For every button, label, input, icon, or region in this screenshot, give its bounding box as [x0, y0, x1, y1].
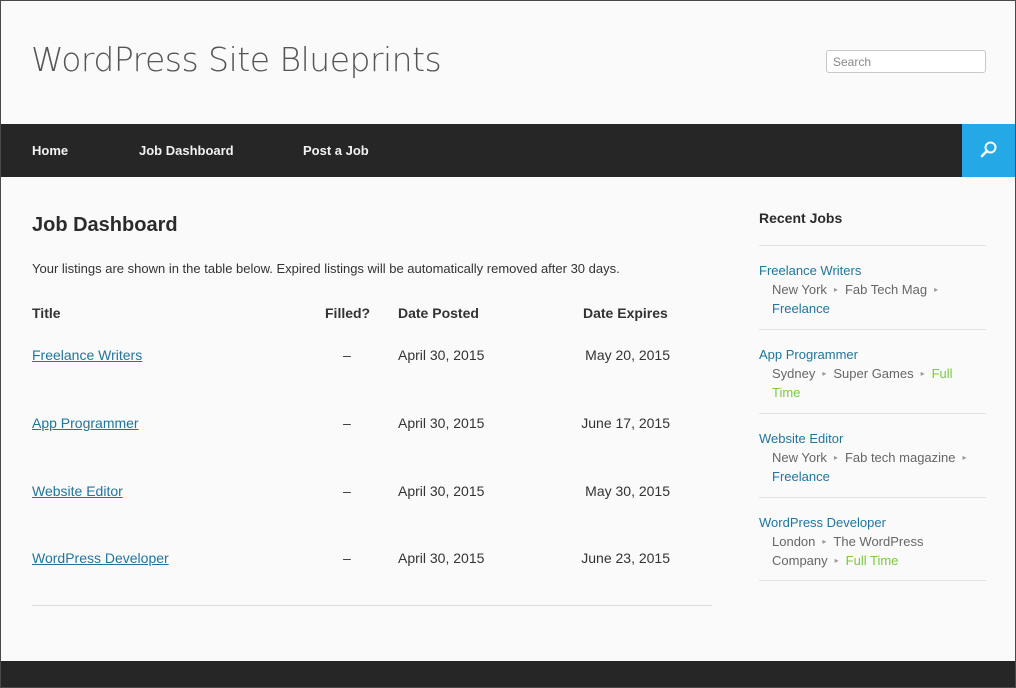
page-title: Job Dashboard [32, 214, 178, 236]
nav-item-job-dashboard[interactable]: Job Dashboard [139, 143, 234, 158]
separator-arrow-icon: ▸ [833, 285, 838, 294]
job-type-continued: Time [772, 385, 801, 400]
separator-arrow-icon: ▸ [934, 285, 939, 294]
table-row: Website Editor – April 30, 2015 May 30, … [32, 483, 712, 507]
job-meta: New York ▸ Fab Tech Mag ▸ Freelance [772, 280, 986, 318]
recent-job-link[interactable]: WordPress Developer [759, 513, 986, 532]
filled-value: – [343, 415, 351, 431]
search-input[interactable] [826, 50, 986, 73]
nav-item-home[interactable]: Home [32, 143, 68, 158]
job-title-link[interactable]: Website Editor [32, 483, 123, 499]
job-company: Fab Tech Mag [844, 282, 928, 297]
separator-arrow-icon: ▸ [920, 369, 925, 378]
date-expires: June 23, 2015 [581, 550, 670, 566]
job-location: New York [772, 282, 827, 297]
search-icon [980, 141, 997, 158]
date-expires: May 20, 2015 [585, 347, 670, 363]
table-row: WordPress Developer – April 30, 2015 Jun… [32, 550, 712, 574]
site-title[interactable]: WordPress Site Blueprints [31, 40, 442, 79]
job-location: London [772, 534, 816, 549]
table-divider [32, 605, 712, 606]
nav-item-post-a-job[interactable]: Post a Job [303, 143, 369, 158]
job-location: New York [772, 450, 827, 465]
column-header-date-expires: Date Expires [583, 305, 668, 321]
recent-job-item: WordPress Developer London ▸ The WordPress… [759, 498, 986, 581]
main-navigation: Home Job Dashboard Post a Job [0, 124, 1016, 177]
recent-jobs-heading: Recent Jobs [759, 210, 986, 246]
separator-arrow-icon: ▸ [822, 537, 827, 546]
date-expires: June 17, 2015 [581, 415, 670, 431]
recent-job-link[interactable]: App Programmer [759, 345, 986, 364]
job-meta: New York ▸ Fab tech magazine ▸ Freelance [772, 448, 986, 486]
recent-job-link[interactable]: Website Editor [759, 429, 986, 448]
column-header-filled: Filled? [325, 305, 371, 321]
job-type: Freelance [772, 469, 830, 484]
nav-search-button[interactable] [962, 124, 1016, 177]
job-type: Full Time [845, 553, 899, 568]
table-row: Freelance Writers – April 30, 2015 May 2… [32, 347, 712, 371]
recent-job-item: App Programmer Sydney ▸ Super Games ▸ Full T… [759, 330, 986, 414]
separator-arrow-icon: ▸ [962, 453, 967, 462]
job-title-link[interactable]: Freelance Writers [32, 347, 142, 363]
separator-arrow-icon: ▸ [834, 556, 839, 565]
filled-value: – [343, 347, 351, 363]
site-header: WordPress Site Blueprints [0, 0, 1016, 124]
job-company: The WordPress [833, 534, 924, 549]
job-meta: Sydney ▸ Super Games ▸ Full Time [772, 364, 986, 402]
filled-value: – [343, 550, 351, 566]
separator-arrow-icon: ▸ [833, 453, 838, 462]
sidebar: Recent Jobs Freelance Writers New York ▸ F… [759, 210, 986, 581]
intro-text: Your listings are shown in the table bel… [32, 261, 620, 276]
job-type: Freelance [772, 301, 830, 316]
filled-value: – [343, 483, 351, 499]
job-company: Fab tech magazine [844, 450, 956, 465]
job-meta: London ▸ The WordPress Company ▸ Full Time [772, 532, 986, 570]
date-expires: May 30, 2015 [585, 483, 670, 499]
table-row: App Programmer – April 30, 2015 June 17,… [32, 415, 712, 439]
recent-job-link[interactable]: Freelance Writers [759, 261, 986, 280]
job-type: Full [931, 366, 953, 381]
separator-arrow-icon: ▸ [822, 369, 827, 378]
job-title-link[interactable]: WordPress Developer [32, 550, 169, 566]
job-company: Super Games [833, 366, 914, 381]
date-posted: April 30, 2015 [398, 483, 485, 499]
site-footer [0, 661, 1016, 688]
date-posted: April 30, 2015 [398, 415, 485, 431]
date-posted: April 30, 2015 [398, 347, 485, 363]
date-posted: April 30, 2015 [398, 550, 485, 566]
job-company-continued: Company [772, 553, 828, 568]
recent-job-item: Website Editor New York ▸ Fab tech magazin… [759, 414, 986, 498]
job-location: Sydney [772, 366, 816, 381]
job-title-link[interactable]: App Programmer [32, 415, 139, 431]
recent-job-item: Freelance Writers New York ▸ Fab Tech Mag ▸… [759, 246, 986, 330]
column-header-date-posted: Date Posted [398, 305, 479, 321]
column-header-title: Title [32, 305, 61, 321]
